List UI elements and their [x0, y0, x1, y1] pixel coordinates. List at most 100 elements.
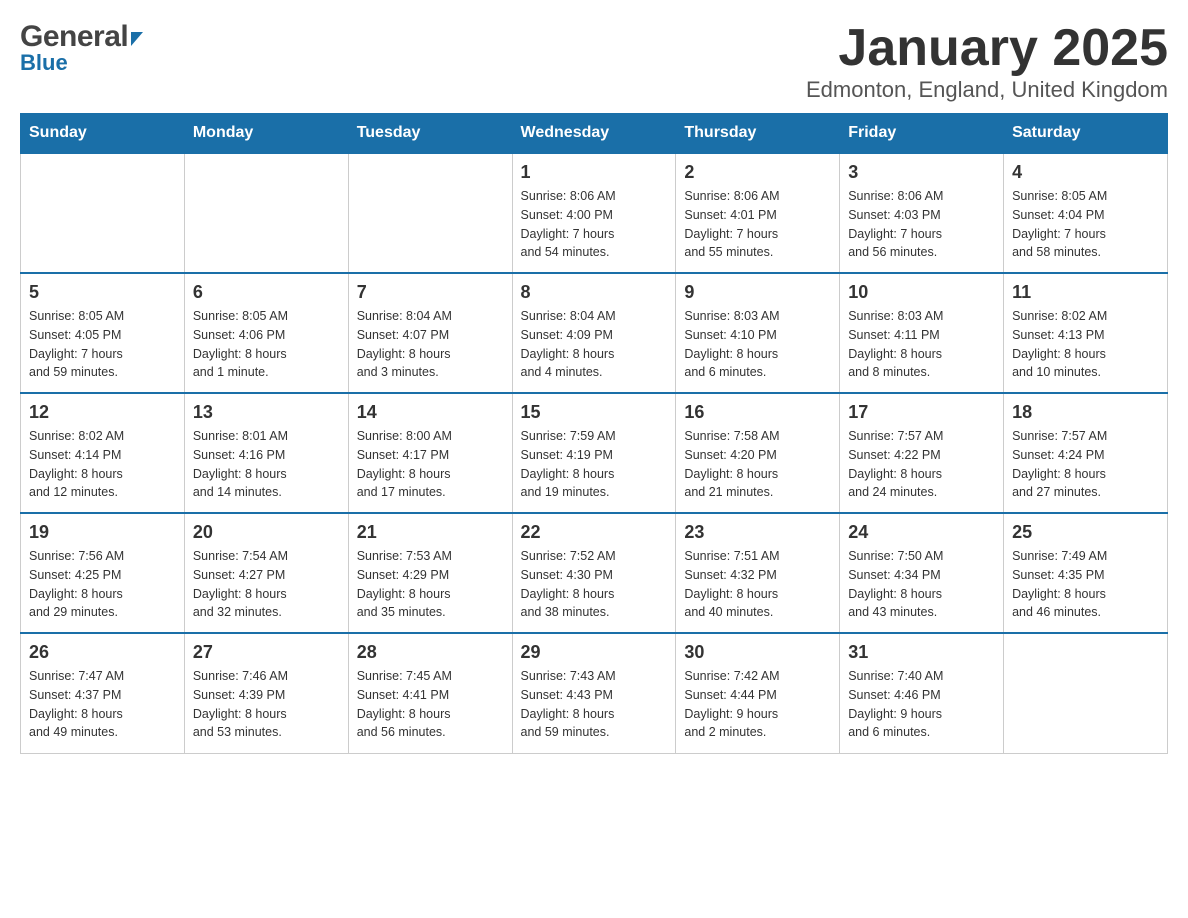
day-number: 6: [193, 282, 340, 303]
day-of-week-header: Wednesday: [512, 114, 676, 154]
day-info: Sunrise: 7:58 AM Sunset: 4:20 PM Dayligh…: [684, 427, 831, 502]
logo-general-text: General: [20, 20, 128, 54]
day-info: Sunrise: 7:45 AM Sunset: 4:41 PM Dayligh…: [357, 667, 504, 742]
days-of-week-row: SundayMondayTuesdayWednesdayThursdayFrid…: [21, 114, 1168, 154]
day-number: 22: [521, 522, 668, 543]
logo-blue-text: Blue: [20, 50, 68, 76]
calendar-cell: 20 Sunrise: 7:54 AM Sunset: 4:27 PM Dayli…: [184, 513, 348, 633]
day-number: 7: [357, 282, 504, 303]
calendar-cell: 30 Sunrise: 7:42 AM Sunset: 4:44 PM Dayli…: [676, 633, 840, 753]
day-info: Sunrise: 7:54 AM Sunset: 4:27 PM Dayligh…: [193, 547, 340, 622]
day-number: 18: [1012, 402, 1159, 423]
day-number: 17: [848, 402, 995, 423]
day-number: 29: [521, 642, 668, 663]
calendar-cell: 7 Sunrise: 8:04 AM Sunset: 4:07 PM Daylig…: [348, 273, 512, 393]
day-of-week-header: Saturday: [1004, 114, 1168, 154]
calendar-cell: 6 Sunrise: 8:05 AM Sunset: 4:06 PM Daylig…: [184, 273, 348, 393]
calendar-cell: 21 Sunrise: 7:53 AM Sunset: 4:29 PM Dayli…: [348, 513, 512, 633]
day-info: Sunrise: 7:53 AM Sunset: 4:29 PM Dayligh…: [357, 547, 504, 622]
day-of-week-header: Tuesday: [348, 114, 512, 154]
day-info: Sunrise: 8:05 AM Sunset: 4:04 PM Dayligh…: [1012, 187, 1159, 262]
calendar-cell: 24 Sunrise: 7:50 AM Sunset: 4:34 PM Dayli…: [840, 513, 1004, 633]
day-number: 23: [684, 522, 831, 543]
calendar-cell: 26 Sunrise: 7:47 AM Sunset: 4:37 PM Dayli…: [21, 633, 185, 753]
day-number: 30: [684, 642, 831, 663]
calendar-cell: 8 Sunrise: 8:04 AM Sunset: 4:09 PM Daylig…: [512, 273, 676, 393]
day-info: Sunrise: 8:04 AM Sunset: 4:09 PM Dayligh…: [521, 307, 668, 382]
title-block: January 2025 Edmonton, England, United K…: [806, 20, 1168, 103]
day-info: Sunrise: 7:40 AM Sunset: 4:46 PM Dayligh…: [848, 667, 995, 742]
calendar-cell: 15 Sunrise: 7:59 AM Sunset: 4:19 PM Dayli…: [512, 393, 676, 513]
calendar-cell: 25 Sunrise: 7:49 AM Sunset: 4:35 PM Dayli…: [1004, 513, 1168, 633]
calendar-cell: 5 Sunrise: 8:05 AM Sunset: 4:05 PM Daylig…: [21, 273, 185, 393]
day-info: Sunrise: 7:59 AM Sunset: 4:19 PM Dayligh…: [521, 427, 668, 502]
day-number: 31: [848, 642, 995, 663]
calendar-cell: 13 Sunrise: 8:01 AM Sunset: 4:16 PM Dayli…: [184, 393, 348, 513]
day-of-week-header: Thursday: [676, 114, 840, 154]
day-number: 1: [521, 162, 668, 183]
day-info: Sunrise: 7:57 AM Sunset: 4:24 PM Dayligh…: [1012, 427, 1159, 502]
calendar-cell: [184, 153, 348, 273]
day-number: 20: [193, 522, 340, 543]
day-number: 24: [848, 522, 995, 543]
day-info: Sunrise: 8:02 AM Sunset: 4:14 PM Dayligh…: [29, 427, 176, 502]
day-number: 10: [848, 282, 995, 303]
day-info: Sunrise: 7:42 AM Sunset: 4:44 PM Dayligh…: [684, 667, 831, 742]
calendar-cell: [1004, 633, 1168, 753]
day-number: 5: [29, 282, 176, 303]
calendar-week-row: 26 Sunrise: 7:47 AM Sunset: 4:37 PM Dayli…: [21, 633, 1168, 753]
day-number: 25: [1012, 522, 1159, 543]
calendar-cell: 3Sunrise: 8:06 AM Sunset: 4:03 PM Daylig…: [840, 153, 1004, 273]
day-number: 13: [193, 402, 340, 423]
calendar-cell: 23 Sunrise: 7:51 AM Sunset: 4:32 PM Dayli…: [676, 513, 840, 633]
day-info: Sunrise: 8:02 AM Sunset: 4:13 PM Dayligh…: [1012, 307, 1159, 382]
calendar-cell: 18 Sunrise: 7:57 AM Sunset: 4:24 PM Dayli…: [1004, 393, 1168, 513]
day-number: 26: [29, 642, 176, 663]
calendar-cell: 9 Sunrise: 8:03 AM Sunset: 4:10 PM Daylig…: [676, 273, 840, 393]
page-header: General Blue January 2025 Edmonton, Engl…: [20, 20, 1168, 103]
calendar-cell: 27 Sunrise: 7:46 AM Sunset: 4:39 PM Dayli…: [184, 633, 348, 753]
day-info: Sunrise: 8:05 AM Sunset: 4:05 PM Dayligh…: [29, 307, 176, 382]
day-info: Sunrise: 8:05 AM Sunset: 4:06 PM Dayligh…: [193, 307, 340, 382]
day-info: Sunrise: 7:47 AM Sunset: 4:37 PM Dayligh…: [29, 667, 176, 742]
day-number: 3: [848, 162, 995, 183]
day-number: 4: [1012, 162, 1159, 183]
day-number: 28: [357, 642, 504, 663]
day-of-week-header: Friday: [840, 114, 1004, 154]
day-number: 16: [684, 402, 831, 423]
calendar-cell: 10Sunrise: 8:03 AM Sunset: 4:11 PM Dayli…: [840, 273, 1004, 393]
calendar-week-row: 12 Sunrise: 8:02 AM Sunset: 4:14 PM Dayli…: [21, 393, 1168, 513]
day-info: Sunrise: 7:57 AM Sunset: 4:22 PM Dayligh…: [848, 427, 995, 502]
calendar-cell: 19Sunrise: 7:56 AM Sunset: 4:25 PM Dayli…: [21, 513, 185, 633]
day-number: 21: [357, 522, 504, 543]
day-info: Sunrise: 8:04 AM Sunset: 4:07 PM Dayligh…: [357, 307, 504, 382]
day-info: Sunrise: 8:01 AM Sunset: 4:16 PM Dayligh…: [193, 427, 340, 502]
calendar-cell: [21, 153, 185, 273]
day-info: Sunrise: 7:56 AM Sunset: 4:25 PM Dayligh…: [29, 547, 176, 622]
calendar-cell: 16 Sunrise: 7:58 AM Sunset: 4:20 PM Dayli…: [676, 393, 840, 513]
calendar-title: January 2025: [806, 20, 1168, 77]
day-of-week-header: Sunday: [21, 114, 185, 154]
day-of-week-header: Monday: [184, 114, 348, 154]
calendar-week-row: 1Sunrise: 8:06 AM Sunset: 4:00 PM Daylig…: [21, 153, 1168, 273]
calendar-cell: 31 Sunrise: 7:40 AM Sunset: 4:46 PM Dayli…: [840, 633, 1004, 753]
day-number: 8: [521, 282, 668, 303]
day-number: 27: [193, 642, 340, 663]
calendar-cell: 17 Sunrise: 7:57 AM Sunset: 4:22 PM Dayli…: [840, 393, 1004, 513]
calendar-cell: 2 Sunrise: 8:06 AM Sunset: 4:01 PM Daylig…: [676, 153, 840, 273]
day-number: 9: [684, 282, 831, 303]
day-number: 15: [521, 402, 668, 423]
day-number: 11: [1012, 282, 1159, 303]
day-info: Sunrise: 8:03 AM Sunset: 4:10 PM Dayligh…: [684, 307, 831, 382]
calendar-cell: 14Sunrise: 8:00 AM Sunset: 4:17 PM Dayli…: [348, 393, 512, 513]
calendar-subtitle: Edmonton, England, United Kingdom: [806, 77, 1168, 103]
calendar-week-row: 19Sunrise: 7:56 AM Sunset: 4:25 PM Dayli…: [21, 513, 1168, 633]
day-number: 2: [684, 162, 831, 183]
day-info: Sunrise: 7:49 AM Sunset: 4:35 PM Dayligh…: [1012, 547, 1159, 622]
day-info: Sunrise: 7:50 AM Sunset: 4:34 PM Dayligh…: [848, 547, 995, 622]
day-info: Sunrise: 8:06 AM Sunset: 4:01 PM Dayligh…: [684, 187, 831, 262]
day-number: 12: [29, 402, 176, 423]
calendar-cell: 4 Sunrise: 8:05 AM Sunset: 4:04 PM Daylig…: [1004, 153, 1168, 273]
day-info: Sunrise: 7:51 AM Sunset: 4:32 PM Dayligh…: [684, 547, 831, 622]
day-info: Sunrise: 7:46 AM Sunset: 4:39 PM Dayligh…: [193, 667, 340, 742]
